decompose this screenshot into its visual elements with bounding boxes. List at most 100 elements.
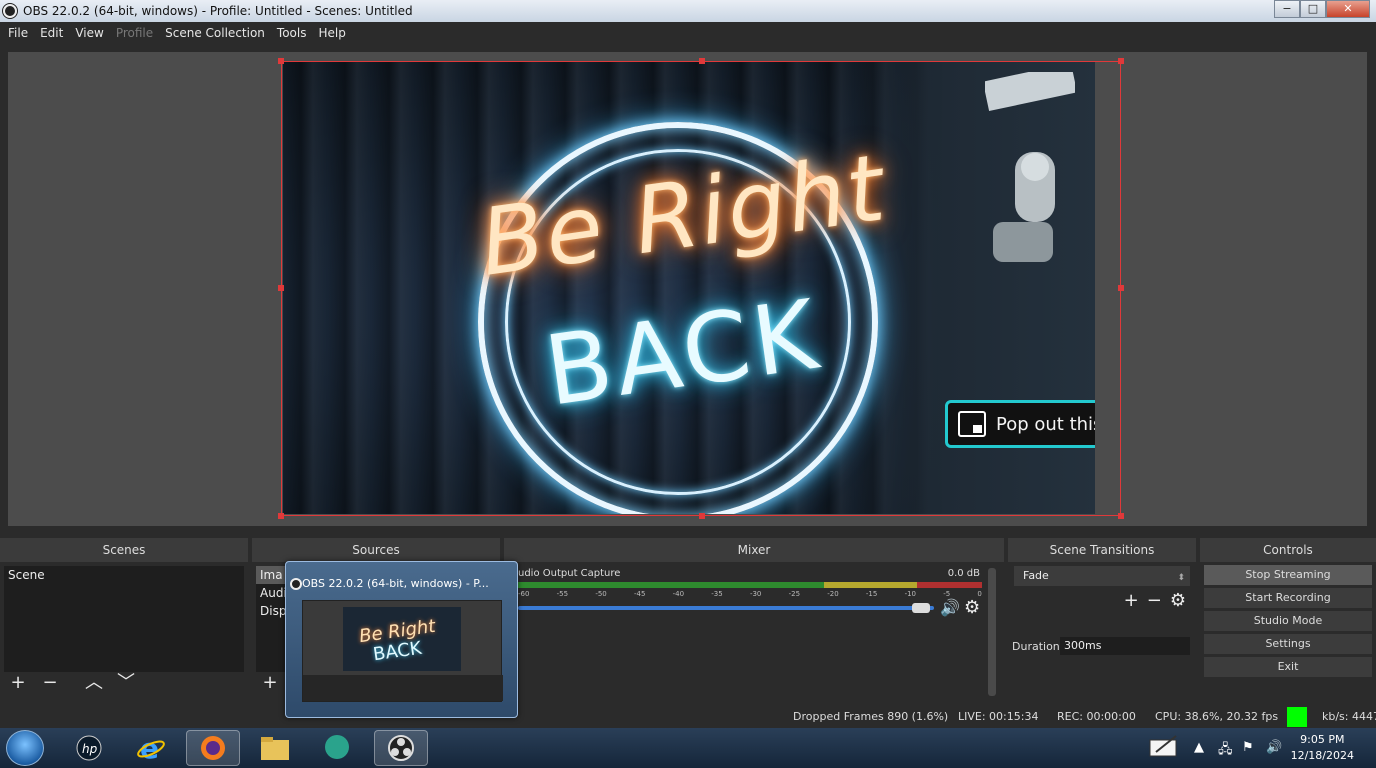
show-hidden-icons-icon[interactable]: ▲ xyxy=(1194,740,1204,755)
menu-scene-collection[interactable]: Scene Collection xyxy=(159,26,271,40)
obs-icon[interactable] xyxy=(374,730,428,766)
volume-fader-track[interactable] xyxy=(518,606,934,610)
mixer-dock: Mixer udio Output Capture 0.0 dB -60 -55… xyxy=(504,538,1004,700)
windows-start-icon[interactable] xyxy=(6,730,44,766)
volume-icon[interactable]: 🔊 xyxy=(1266,740,1282,755)
live-timer: LIVE: 00:15:34 xyxy=(958,710,1039,723)
meter-tick: -25 xyxy=(788,590,801,598)
pop-out-button[interactable]: Pop out this xyxy=(945,400,1095,448)
gear-icon[interactable]: ⚙ xyxy=(964,597,980,618)
menu-tools[interactable]: Tools xyxy=(271,26,313,40)
internet-explorer-icon[interactable]: e xyxy=(124,730,178,766)
stream-health-indicator xyxy=(1287,707,1307,727)
menu-edit[interactable]: Edit xyxy=(34,26,69,40)
meter-tick: -15 xyxy=(865,590,878,598)
svg-text:hp: hp xyxy=(82,742,98,756)
exit-button[interactable]: Exit xyxy=(1204,657,1372,677)
meter-tick: -40 xyxy=(672,590,685,598)
menu-help[interactable]: Help xyxy=(312,26,351,40)
studio-mode-button[interactable]: Studio Mode xyxy=(1204,611,1372,631)
cpu-fps: CPU: 38.6%, 20.32 fps xyxy=(1155,710,1279,723)
duration-input[interactable]: 300ms xyxy=(1060,637,1190,655)
transition-toolbar: + − ⚙ xyxy=(1124,590,1186,611)
move-scene-down-button[interactable]: ﹀ xyxy=(112,672,140,696)
scenes-list[interactable]: Scene xyxy=(4,566,244,672)
meter-tick: -60 xyxy=(518,590,530,598)
preview-canvas[interactable]: Be Right BACK Pop out this xyxy=(283,62,1095,514)
window-title: OBS 22.0.2 (64-bit, windows) - Profile: … xyxy=(23,4,413,18)
pen-input-icon[interactable] xyxy=(1148,734,1180,762)
gear-icon[interactable]: ⚙ xyxy=(1170,590,1186,611)
obs-app-icon xyxy=(290,578,302,590)
mixer-header: Mixer xyxy=(504,538,1004,562)
meter-tick: -55 xyxy=(556,590,569,598)
add-transition-button[interactable]: + xyxy=(1124,590,1139,611)
thumbnail-canvas: Be Right BACK xyxy=(343,607,461,671)
audio-track-name: udio Output Capture xyxy=(518,568,621,579)
clock-time: 9:05 PM xyxy=(1300,733,1345,746)
thumbnail-image: Be Right BACK xyxy=(302,600,503,702)
action-center-flag-icon[interactable]: ⚑ xyxy=(1242,740,1254,755)
window-controls: − □ ✕ xyxy=(1274,0,1370,18)
remove-transition-button[interactable]: − xyxy=(1147,590,1162,611)
status-bar: Dropped Frames 890 (1.6%) LIVE: 00:15:34… xyxy=(0,704,1376,728)
scene-transitions-header: Scene Transitions xyxy=(1008,538,1196,562)
taskbar-thumbnail-preview[interactable]: OBS 22.0.2 (64-bit, windows) - P... Be R… xyxy=(285,561,518,718)
move-scene-up-button[interactable]: ︿ xyxy=(80,672,108,696)
meter-tick: -30 xyxy=(749,590,762,598)
volume-fader-handle[interactable] xyxy=(912,603,930,613)
menu-view[interactable]: View xyxy=(69,26,109,40)
meter-tick: -5 xyxy=(943,590,951,598)
menu-profile[interactable]: Profile xyxy=(110,26,159,40)
scenes-dock: Scenes Scene + − ︿ ﹀ xyxy=(0,538,248,700)
meter-tick: -35 xyxy=(711,590,723,598)
menu-bar: File Edit View Profile Scene Collection … xyxy=(0,22,1376,44)
clock[interactable]: 9:05 PM 12/18/2024 xyxy=(1291,732,1354,764)
menu-file[interactable]: File xyxy=(2,26,34,40)
scene-item[interactable]: Scene xyxy=(4,566,244,584)
settings-button[interactable]: Settings xyxy=(1204,634,1372,654)
start-recording-button[interactable]: Start Recording xyxy=(1204,588,1372,608)
meter-tick: -45 xyxy=(633,590,646,598)
pop-out-icon xyxy=(958,411,986,437)
controls-dock: Controls Stop Streaming Start Recording … xyxy=(1200,538,1376,700)
chat-app-icon[interactable] xyxy=(310,730,364,766)
file-explorer-icon[interactable] xyxy=(248,730,302,766)
meter-tick: -50 xyxy=(595,590,607,598)
source-item[interactable]: Ima xyxy=(256,566,286,584)
minimize-button[interactable]: − xyxy=(1274,0,1300,18)
remove-scene-button[interactable]: − xyxy=(36,672,64,696)
add-source-button[interactable]: + xyxy=(256,672,284,696)
network-icon[interactable]: 🖧 xyxy=(1218,740,1233,762)
maximize-button[interactable]: □ xyxy=(1300,0,1326,18)
add-scene-button[interactable]: + xyxy=(4,672,32,696)
thumbnail-docks xyxy=(303,675,503,701)
controls-header: Controls xyxy=(1200,538,1376,562)
hp-icon[interactable]: hp xyxy=(62,730,116,766)
close-button[interactable]: ✕ xyxy=(1326,0,1370,18)
pop-out-label: Pop out this xyxy=(996,413,1095,435)
transition-select-value: Fade xyxy=(1023,569,1049,582)
speaker-icon[interactable]: 🔊 xyxy=(940,598,960,617)
meter-tick: -20 xyxy=(827,590,839,598)
sources-header: Sources xyxy=(252,538,500,562)
bitrate: kb/s: 4447 xyxy=(1322,710,1376,723)
taskbar: hp e ▲ 🖧 ⚑ 🔊 9:05 PM 12/18/2024 xyxy=(0,728,1376,768)
dropped-frames: Dropped Frames 890 (1.6%) xyxy=(793,710,949,723)
updown-chevron-icon: ⬍ xyxy=(1177,573,1185,583)
title-bar: OBS 22.0.2 (64-bit, windows) - Profile: … xyxy=(0,0,1376,22)
clock-date: 12/18/2024 xyxy=(1290,749,1354,762)
transition-select[interactable]: Fade ⬍ xyxy=(1014,566,1190,586)
volume-meter xyxy=(518,582,982,588)
rec-timer: REC: 00:00:00 xyxy=(1057,710,1136,723)
meter-tick: -10 xyxy=(904,590,916,598)
scenes-toolbar: + − ︿ ﹀ xyxy=(4,670,244,698)
stop-streaming-button[interactable]: Stop Streaming xyxy=(1204,565,1372,585)
system-tray: ▲ 🖧 ⚑ 🔊 9:05 PM 12/18/2024 xyxy=(1136,728,1376,768)
mixer-scrollbar[interactable] xyxy=(988,568,996,696)
scene-transitions-dock: Scene Transitions Fade ⬍ + − ⚙ Duration … xyxy=(1008,538,1196,700)
scenes-header: Scenes xyxy=(0,538,248,562)
audio-level-readout: 0.0 dB xyxy=(947,568,980,579)
obs-app-icon xyxy=(3,4,17,18)
firefox-icon[interactable] xyxy=(186,730,240,766)
